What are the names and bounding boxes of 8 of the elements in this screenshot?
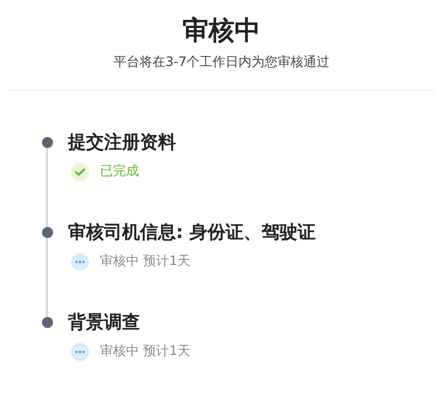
step-title: 提交注册资料	[68, 131, 176, 155]
page-subtitle: 平台将在3-7个工作日内为您审核通过	[113, 54, 330, 72]
step-title: 审核司机信息: 身份证、驾驶证	[68, 221, 316, 245]
step-status: 已完成	[100, 163, 139, 181]
step-status: 审核中 预计1天	[100, 253, 190, 271]
step-title: 背景调查	[68, 311, 141, 335]
step-status: 审核中 预计1天	[100, 343, 190, 361]
page-title: 审核中	[182, 15, 260, 48]
